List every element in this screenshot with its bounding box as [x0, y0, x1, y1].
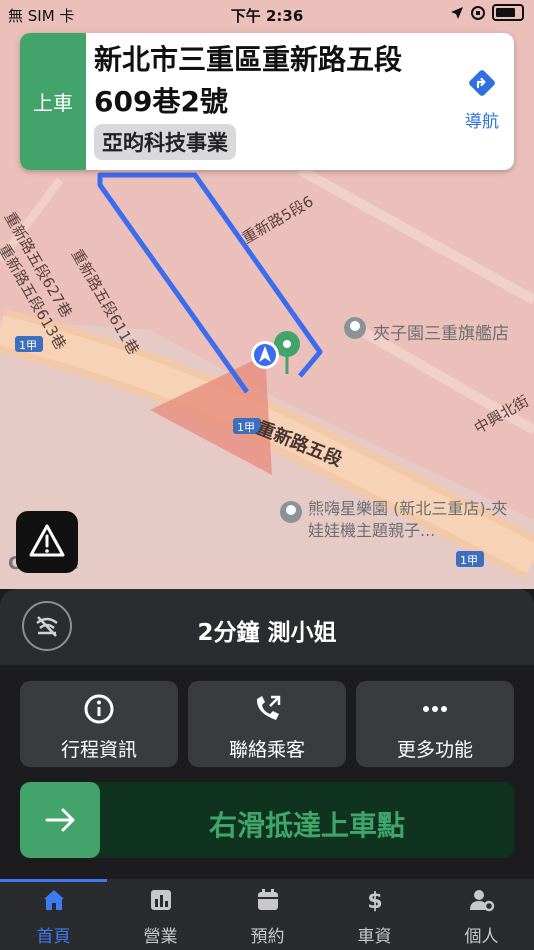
more-features-label: 更多功能 — [396, 739, 473, 761]
pickup-address: 新北市三重區重新路五段609巷2號 — [94, 43, 403, 118]
arrive-slider[interactable]: 右滑抵達上車點 — [20, 782, 514, 858]
svg-text:$: $ — [367, 889, 382, 913]
tab-fare[interactable]: $ 車資 — [321, 885, 428, 947]
eta-bar: 2分鐘 測小姐 — [0, 589, 534, 665]
contact-passenger-button[interactable]: 聯絡乘客 — [188, 681, 346, 767]
route-shield-label-3: 1甲 — [460, 554, 478, 567]
status-bar: 無 SIM 卡 下午 2:36 — [0, 0, 534, 28]
navigate-icon — [469, 70, 495, 96]
map-label-store: 夾子園三重旗艦店 — [373, 324, 509, 344]
arrow-right-icon — [45, 808, 75, 832]
dollar-icon: $ — [367, 889, 382, 914]
pickup-side-label: 上車 — [20, 33, 86, 170]
warning-icon — [29, 524, 65, 557]
report-issue-button[interactable] — [16, 511, 78, 573]
navigate-button[interactable]: 導航 — [450, 68, 514, 132]
trip-panel: 2分鐘 測小姐 行程資訊 聯絡乘客 更多功能 右滑抵達上車點 — [0, 589, 534, 879]
slider-text: 右滑抵達上車點 — [208, 809, 405, 842]
action-row: 行程資訊 聯絡乘客 更多功能 — [20, 681, 514, 767]
pickup-card[interactable]: 上車 新北市三重區重新路五段609巷2號 亞昀科技事業 導航 — [20, 33, 514, 170]
route-shield-label-2: 1甲 — [237, 421, 255, 434]
calendar-icon — [257, 889, 278, 910]
tab-reservation-label: 預約 — [250, 927, 285, 947]
status-icons — [450, 4, 524, 21]
tab-business-label: 營業 — [143, 927, 178, 947]
location-arrow-icon — [451, 6, 463, 19]
tab-fare-label: 車資 — [357, 927, 392, 947]
store-poi-icon — [344, 317, 366, 339]
tab-business[interactable]: 營業 — [107, 885, 214, 947]
phone-icon — [256, 695, 281, 720]
tab-reservation[interactable]: 預約 — [214, 885, 321, 947]
tab-profile[interactable]: 個人 — [428, 885, 534, 947]
info-icon — [84, 694, 114, 724]
battery-icon — [492, 4, 524, 21]
tab-home-label: 首頁 — [36, 927, 71, 947]
place-tag: 亞昀科技事業 — [94, 124, 236, 160]
trip-info-label: 行程資訊 — [60, 739, 137, 761]
home-icon — [43, 890, 64, 910]
route-shield-label-1: 1甲 — [19, 339, 37, 352]
park-poi-icon — [280, 501, 302, 523]
contact-passenger-label: 聯絡乘客 — [228, 739, 305, 761]
tab-bar: 首頁 營業 預約 $ 車資 個人 — [0, 879, 534, 950]
slider-knob[interactable] — [20, 782, 100, 858]
user-settings-icon — [469, 890, 494, 912]
chart-icon — [150, 890, 171, 910]
tab-profile-label: 個人 — [464, 927, 499, 947]
current-location-icon — [251, 341, 279, 369]
more-icon — [423, 706, 447, 712]
navigate-label: 導航 — [465, 112, 499, 132]
tab-indicator — [0, 879, 107, 882]
trip-info-button[interactable]: 行程資訊 — [20, 681, 178, 767]
eta-text: 2分鐘 測小姐 — [197, 620, 337, 646]
more-features-button[interactable]: 更多功能 — [356, 681, 514, 767]
map-label-park: 熊嗨星樂園 (新北三重店)-夾娃娃機主題親子... — [308, 499, 508, 540]
tab-home[interactable]: 首頁 — [0, 885, 107, 947]
rotation-lock-icon — [471, 5, 485, 20]
